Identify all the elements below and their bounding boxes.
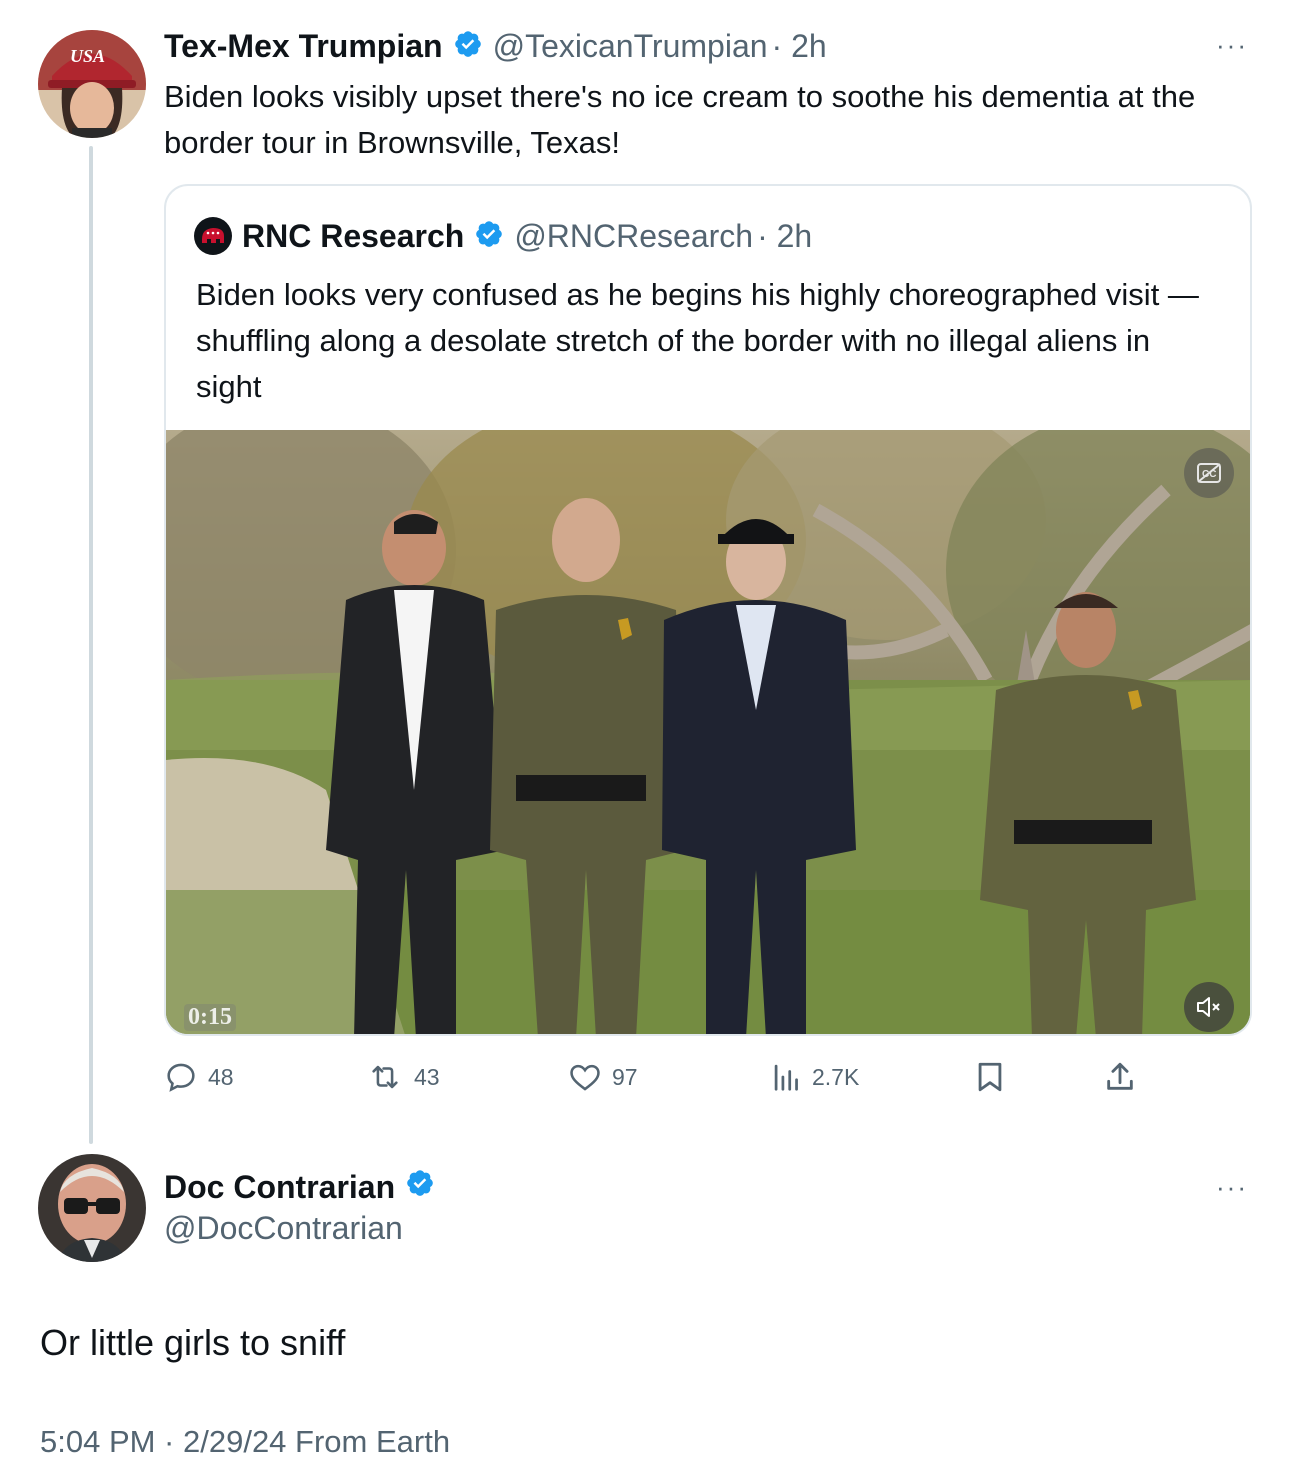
verified-badge-icon <box>405 1168 435 1206</box>
video-timestamp: 0:15 <box>184 1004 236 1031</box>
rnc-logo-icon <box>194 217 232 255</box>
muted-speaker-icon <box>1197 997 1220 1017</box>
bar-chart-icon <box>774 1064 798 1091</box>
tweet-time[interactable]: · 2h <box>772 28 827 65</box>
mute-button[interactable] <box>1184 982 1234 1032</box>
verified-badge-icon <box>474 219 504 254</box>
reply-more-options-icon[interactable]: ··· <box>1216 1172 1248 1203</box>
svg-text:CC: CC <box>1202 469 1216 480</box>
reply-button[interactable]: 48 <box>164 1060 234 1094</box>
repost-count: 43 <box>414 1063 440 1090</box>
like-button[interactable]: 97 <box>568 1060 638 1094</box>
share-button[interactable] <box>1104 1060 1136 1094</box>
share-icon <box>1107 1062 1133 1090</box>
video-frame <box>166 430 1250 1034</box>
author-handle[interactable]: @TexicanTrumpian <box>493 28 768 65</box>
repost-button[interactable]: 43 <box>366 1060 440 1094</box>
tweet-text: Biden looks visibly upset there's no ice… <box>164 79 1196 160</box>
bookmark-icon <box>978 1062 1002 1092</box>
reply-author-name-row: Doc Contrarian <box>164 1168 435 1206</box>
verified-badge-icon <box>453 29 483 64</box>
reply-author-name[interactable]: Doc Contrarian <box>164 1169 395 1206</box>
quote-author-name[interactable]: RNC Research <box>242 218 464 255</box>
hat-text: USA <box>70 46 105 66</box>
quote-text: Biden looks very confused as he begins h… <box>196 277 1199 404</box>
reply-timestamp[interactable]: 5:04 PM · 2/29/24 From Earth <box>40 1424 450 1460</box>
thread-connector-line <box>89 146 93 1144</box>
tweet-header: Tex-Mex Trumpian @TexicanTrumpian · 2h <box>164 26 827 66</box>
quote-author-handle[interactable]: @RNCResearch <box>514 218 753 255</box>
bookmark-button[interactable] <box>974 1060 1006 1094</box>
reply-author-handle[interactable]: @DocContrarian <box>164 1210 403 1247</box>
video-player[interactable]: CC 0:15 <box>166 430 1250 1034</box>
reply-icon <box>167 1063 195 1092</box>
author-avatar[interactable]: USA <box>38 30 146 138</box>
quote-header: RNC Research @RNCResearch · 2h <box>194 216 812 256</box>
views-button[interactable]: 2.7K <box>772 1060 859 1094</box>
repost-icon <box>372 1065 398 1089</box>
reply-text: Or little girls to sniff <box>40 1322 346 1363</box>
quoted-tweet-card[interactable]: RNC Research @RNCResearch · 2h Biden loo… <box>164 184 1252 1036</box>
closed-captions-icon: CC <box>1197 463 1221 483</box>
closed-captions-button[interactable]: CC <box>1184 448 1234 498</box>
author-name[interactable]: Tex-Mex Trumpian <box>164 28 443 65</box>
reply-author-avatar[interactable] <box>38 1154 146 1262</box>
quote-time[interactable]: · 2h <box>757 218 812 255</box>
heart-icon <box>570 1064 600 1091</box>
reply-count: 48 <box>208 1063 234 1090</box>
like-count: 97 <box>612 1063 638 1090</box>
more-options-icon[interactable]: ··· <box>1216 30 1248 61</box>
views-count: 2.7K <box>812 1063 860 1090</box>
